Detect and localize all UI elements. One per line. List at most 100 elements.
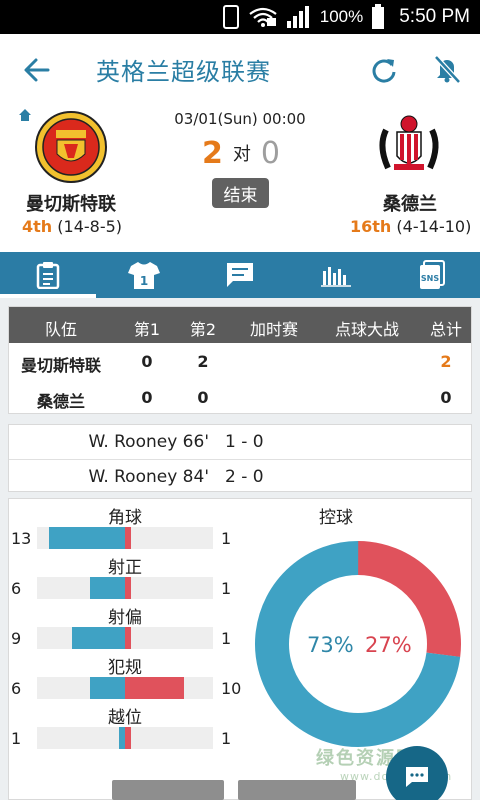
tab-stats[interactable]: [288, 252, 384, 298]
table-row: 桑德兰 0 0 0: [9, 379, 471, 415]
clock: 5:50 PM: [399, 6, 470, 27]
possession-title: 控球: [319, 508, 353, 528]
possession-home-percent: 73%: [307, 633, 354, 657]
match-datetime: 03/01(Sun) 00:00: [174, 110, 306, 128]
score-table-header: 队伍 第1 第2 加时赛 点球大战 总计: [9, 307, 471, 343]
row-second-half: 0: [197, 388, 209, 407]
tab-summary[interactable]: [0, 252, 96, 298]
stat-bar-away: [125, 627, 131, 649]
active-tab-indicator: [0, 294, 96, 298]
bottom-button-left[interactable]: [112, 780, 224, 800]
match-status-badge: 结束: [212, 178, 269, 208]
score-table: 队伍 第1 第2 加时赛 点球大战 总计 曼切斯特联 0 2 2 桑德兰 0 0…: [8, 306, 472, 414]
stat-bar-home: [72, 627, 125, 649]
bar-chart-icon: [321, 267, 351, 287]
page-title: 英格兰超级联赛: [96, 58, 271, 86]
stat-home-value: 13: [11, 529, 32, 548]
stat-bar-home: [90, 577, 125, 599]
stat-bar-track: [37, 577, 213, 599]
home-score: 2: [202, 135, 223, 171]
tab-bar: 1 SNS: [0, 252, 480, 298]
notifications-off-icon[interactable]: [432, 54, 462, 84]
header-total: 总计: [429, 320, 462, 339]
bottom-button-right[interactable]: [238, 780, 356, 800]
goal-list: W. Rooney 66' 1 - 0 W. Rooney 84' 2 - 0: [8, 424, 472, 492]
stat-away-value: 1: [221, 729, 232, 748]
chat-bubble-icon: [406, 767, 428, 787]
header-team: 队伍: [44, 320, 77, 339]
row-second-half: 2: [197, 352, 209, 371]
away-score: 0: [260, 135, 280, 171]
away-team-rank: 16th: [350, 217, 392, 236]
stat-home-value: 1: [11, 729, 22, 748]
goal-score: 2 - 0: [225, 467, 264, 487]
stat-away-value: 1: [221, 529, 232, 548]
stat-bar-home: [49, 527, 125, 549]
jersey-icon: 1: [128, 262, 160, 289]
row-total: 0: [440, 388, 452, 407]
tab-lineup[interactable]: 1: [96, 252, 192, 298]
home-team-standing: 4th (14-8-5): [22, 217, 122, 236]
stat-label: 角球: [108, 508, 142, 528]
goal-scorer: W. Rooney 84': [88, 467, 209, 487]
stat-bar-away: [125, 577, 131, 599]
away-team-record: (4-14-10): [396, 217, 472, 236]
signal-icon: [286, 6, 309, 28]
match-score: 2 对 0: [196, 134, 286, 172]
row-team: 曼切斯特联: [20, 356, 101, 375]
stat-bar-home: [90, 677, 125, 699]
home-team-rank: 4th: [22, 217, 53, 236]
header-first-half: 第1: [133, 320, 161, 339]
list-item[interactable]: W. Rooney 84' 2 - 0: [9, 459, 471, 493]
home-team-record: (14-8-5): [57, 217, 123, 236]
goal-score: 1 - 0: [225, 432, 264, 452]
match-header: 曼切斯特联 桑德兰 4th (14-8-5) 16th (4-14-10) 03…: [0, 104, 480, 252]
home-team-name[interactable]: 曼切斯特联: [26, 190, 116, 216]
row-total: 2: [440, 352, 452, 371]
stat-home-value: 6: [11, 679, 22, 698]
refresh-icon[interactable]: [370, 56, 398, 84]
app-bar: 英格兰超级联赛: [0, 34, 480, 104]
stat-bar-track: [37, 627, 213, 649]
away-team-standing: 16th (4-14-10): [350, 217, 471, 236]
stat-bar-track: [37, 727, 213, 749]
possession-away-percent: 27%: [365, 633, 412, 657]
goal-scorer: W. Rooney 66': [88, 432, 209, 452]
comment-fab[interactable]: [386, 746, 448, 800]
stat-label: 射正: [108, 558, 142, 578]
table-row: 曼切斯特联 0 2 2: [9, 343, 471, 379]
stat-home-value: 6: [11, 579, 22, 598]
stat-away-value: 1: [221, 629, 232, 648]
stat-away-value: 10: [221, 679, 242, 698]
clipboard-icon: [36, 262, 60, 289]
back-arrow-icon[interactable]: [22, 56, 52, 84]
sns-label: SNS: [421, 274, 439, 283]
stat-bar-track: [37, 527, 213, 549]
stat-bar-track: [37, 677, 213, 699]
wifi-icon: [249, 7, 277, 27]
stat-label: 射偏: [108, 608, 142, 628]
stat-bar-away: [125, 527, 131, 549]
row-first-half: 0: [141, 388, 153, 407]
stat-bar-away: [125, 727, 131, 749]
away-team-name[interactable]: 桑德兰: [383, 190, 437, 216]
battery-percent: 100%: [319, 7, 364, 26]
status-bar: 100% 5:50 PM: [0, 0, 480, 34]
header-extra-time: 加时赛: [249, 320, 298, 339]
tab-sns[interactable]: SNS: [384, 252, 480, 298]
list-item[interactable]: W. Rooney 66' 1 - 0: [9, 425, 471, 459]
phone-frame-icon: [222, 5, 239, 29]
sns-icon: SNS: [420, 260, 445, 289]
tab-chat[interactable]: [192, 252, 288, 298]
header-penalties: 点球大战: [334, 320, 399, 339]
stat-label: 犯规: [108, 658, 142, 678]
stat-label: 越位: [108, 708, 142, 728]
stat-away-value: 1: [221, 579, 232, 598]
stat-bar-away: [125, 677, 184, 699]
vs-label: 对: [232, 144, 251, 165]
row-team: 桑德兰: [36, 392, 85, 411]
row-first-half: 0: [141, 352, 153, 371]
possession-donut-chart: [255, 541, 461, 747]
jersey-number: 1: [140, 274, 148, 288]
chat-icon: [227, 263, 253, 287]
